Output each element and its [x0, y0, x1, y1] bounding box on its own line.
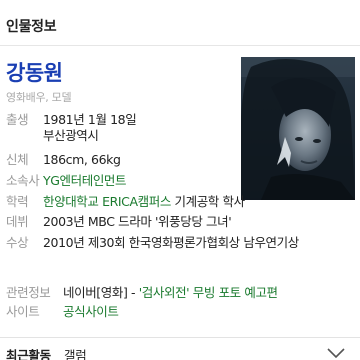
- profile-photo-image: [241, 57, 355, 200]
- profile-subtitle: 영화배우, 모델: [6, 91, 72, 104]
- agency-link[interactable]: YG엔터테인먼트: [43, 173, 127, 189]
- related-source: 네이버[영화]: [63, 285, 128, 300]
- info-label-award: 수상: [6, 235, 29, 250]
- education-major: 기계공학 학사: [170, 194, 246, 209]
- birth-place: 부산광역시: [43, 128, 99, 143]
- profile-photo[interactable]: [241, 57, 355, 200]
- info-label-related: 관련정보: [6, 285, 51, 300]
- info-value-related: 네이버[영화] - '검사외전' 무빙 포토 예고편: [63, 285, 278, 301]
- school-link[interactable]: 한양대학교 ERICA캠퍼스: [43, 194, 171, 209]
- info-label-agency: 소속사: [6, 173, 40, 188]
- recent-activity-bar[interactable]: 최근활동 갤럼: [0, 338, 360, 360]
- info-value-birth: 1981년 1월 18일 부산광역시: [43, 112, 137, 144]
- related-separator: -: [127, 285, 139, 300]
- related-movie-link[interactable]: '검사외전': [139, 285, 190, 300]
- info-value-award: 2010년 제30회 한국영화평론가협회상 남우연기상: [43, 235, 299, 250]
- recent-activity-sub: 갤럼: [64, 348, 87, 360]
- profile-name[interactable]: 강동원: [6, 57, 63, 87]
- official-site-link[interactable]: 공식사이트: [63, 304, 119, 320]
- related-media-links[interactable]: 무빙 포토 예고편: [189, 285, 278, 300]
- person-info-page: 인물정보 강동원 영화배우, 모델 출생 1981년 1월 18일 부산광역시 …: [0, 0, 360, 360]
- info-label-debut: 데뷔: [6, 214, 29, 229]
- birth-date: 1981년 1월 18일: [43, 112, 137, 127]
- recent-activity-title: 최근활동: [6, 348, 51, 360]
- info-value-body: 186cm, 66kg: [43, 152, 121, 167]
- section-header: 인물정보: [0, 0, 360, 46]
- info-value-education: 한양대학교 ERICA캠퍼스 기계공학 학사: [43, 194, 245, 210]
- info-value-debut: 2003년 MBC 드라마 '위풍당당 그녀': [43, 214, 232, 229]
- info-label-body: 신체: [6, 152, 29, 167]
- section-title: 인물정보: [6, 19, 57, 35]
- info-label-site: 사이트: [6, 304, 40, 319]
- info-label-birth: 출생: [6, 112, 29, 127]
- info-label-education: 학력: [6, 194, 29, 209]
- chevron-down-icon[interactable]: [326, 347, 346, 359]
